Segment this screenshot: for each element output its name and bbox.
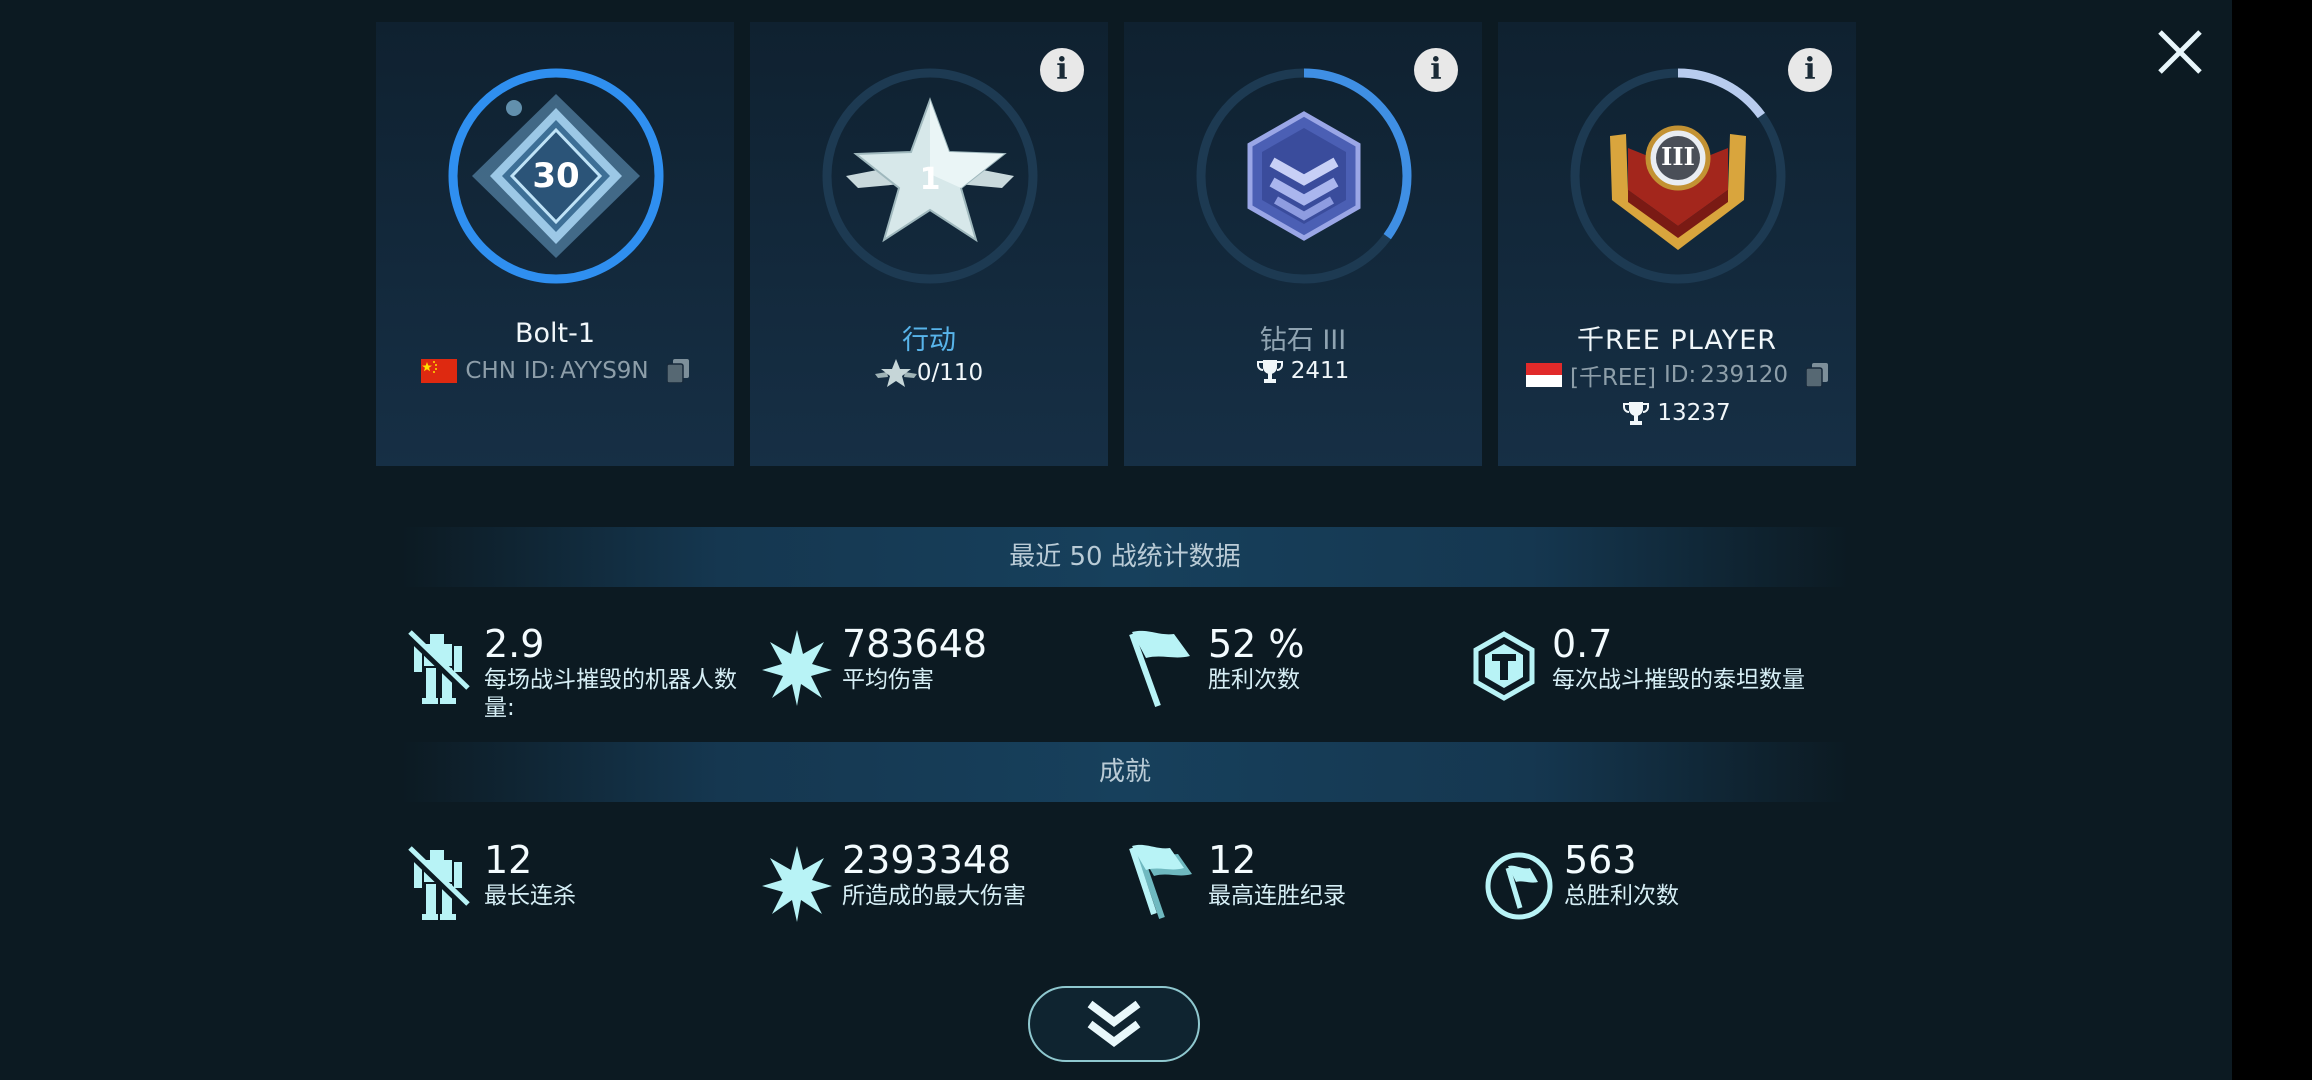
stat-win-rate-label: 胜利次数: [1208, 667, 1300, 693]
clan-trophies-line: 13237: [1498, 400, 1856, 426]
titan-hexagon-icon: [1473, 631, 1535, 701]
copy-clan-id-icon[interactable]: [1806, 363, 1829, 387]
achievement-max-damage: 2393348 所造成的最大伤害: [762, 838, 1092, 928]
clan-id-value: 239120: [1700, 362, 1789, 388]
stat-robots-destroyed-label: 每场战斗摧毁的机器人数量:: [484, 667, 737, 721]
achievement-total-wins: 563 总胜利次数: [1484, 838, 1814, 928]
double-chevron-down-icon: [1087, 1000, 1141, 1047]
league-name: 钻石 III: [1259, 325, 1347, 356]
player-level-badge: 30: [444, 64, 668, 288]
destroyed-robot-icon: [404, 846, 470, 920]
operation-progress: 0/110: [916, 360, 984, 386]
stat-robots-destroyed: 2.9 每场战斗摧毁的机器人数量:: [404, 622, 737, 721]
clan-trophies: 13237: [1657, 400, 1731, 426]
trophy-icon: [1623, 402, 1650, 425]
achievement-max-damage-label: 所造成的最大伤害: [842, 883, 1026, 909]
trophy-icon: [1256, 360, 1283, 383]
operation-progress-line: 0/110: [750, 358, 1108, 388]
league-badge: [1192, 64, 1416, 288]
recent-stats-header: 最近 50 战统计数据: [400, 527, 1850, 587]
achievement-kill-streak-value: 12: [484, 838, 533, 882]
player-card[interactable]: 30 Bolt-1 CHN ID: AYYS9N: [376, 22, 734, 466]
diamond-league-icon: [1196, 68, 1412, 284]
total-wins-flag-icon: [1485, 852, 1553, 920]
victory-flag-icon: [1129, 630, 1190, 708]
operation-info-icon[interactable]: i: [1040, 48, 1084, 92]
operation-badge: 1: [818, 64, 1042, 288]
stat-robots-destroyed-value: 2.9: [484, 622, 545, 666]
operation-mini-star-icon: [874, 359, 917, 387]
stat-average-damage-value: 783648: [842, 622, 988, 666]
stat-average-damage-label: 平均伤害: [842, 667, 934, 693]
clan-badge: III: [1566, 64, 1790, 288]
achievement-max-damage-value: 2393348: [842, 838, 1012, 882]
screen-edge-bar: [2232, 0, 2312, 1080]
stat-titans-destroyed-label: 每次战斗摧毁的泰坦数量: [1552, 667, 1805, 693]
china-flag-icon: [421, 359, 458, 383]
close-icon[interactable]: [2150, 22, 2210, 82]
destroyed-robot-icon: [404, 630, 470, 704]
damage-burst-icon: [762, 846, 832, 922]
achievement-kill-streak-label: 最长连杀: [484, 883, 576, 909]
clan-player-name: 千REE PLAYER: [1576, 325, 1778, 356]
stat-win-rate-value: 52 %: [1208, 622, 1305, 666]
player-id-label: ID:: [523, 358, 557, 384]
achievement-total-wins-value: 563: [1564, 838, 1637, 882]
clan-info-icon[interactable]: i: [1788, 48, 1832, 92]
stat-titans-destroyed-value: 0.7: [1552, 622, 1613, 666]
achievement-total-wins-label: 总胜利次数: [1564, 883, 1679, 909]
stat-titans-destroyed: 0.7 每次战斗摧毁的泰坦数量: [1472, 622, 1805, 712]
achievement-kill-streak: 12 最长连杀: [404, 838, 734, 928]
player-level: 30: [532, 156, 580, 196]
stat-win-rate: 52 % 胜利次数: [1128, 622, 1458, 712]
clan-badge-numeral: III: [1661, 142, 1695, 171]
copy-id-icon[interactable]: [666, 359, 689, 383]
league-card[interactable]: i 钻石 III 2411: [1124, 22, 1482, 466]
clan-id-line: [千REE] ID: 239120: [1498, 358, 1856, 392]
achievement-win-streak: 12 最高连胜纪录: [1128, 838, 1458, 928]
league-trophies-line: 2411: [1124, 358, 1482, 384]
operation-rank: 1: [919, 162, 941, 197]
clan-card[interactable]: i III 千REE PLAYER [千REE] ID: 239120 1323…: [1498, 22, 1856, 466]
player-name: Bolt-1: [514, 318, 596, 349]
league-trophies: 2411: [1290, 358, 1350, 384]
player-id-line: CHN ID: AYYS9N: [376, 358, 734, 384]
operation-card[interactable]: i 1 行动 0/110: [750, 22, 1108, 466]
achievement-win-streak-value: 12: [1208, 838, 1257, 882]
player-profile-screen: 30 Bolt-1 CHN ID: AYYS9N i 1 行动 0/110 i …: [0, 0, 2312, 1080]
clan-id-label: ID:: [1663, 362, 1697, 388]
league-info-icon[interactable]: i: [1414, 48, 1458, 92]
operation-name: 行动: [902, 325, 956, 356]
win-streak-flags-icon: [1129, 844, 1192, 919]
achievements-header: 成就: [400, 742, 1850, 802]
stat-average-damage: 783648 平均伤害: [762, 622, 1092, 712]
clan-tag: [千REE]: [1569, 365, 1656, 391]
player-id-value: AYYS9N: [560, 358, 649, 384]
clan-gold-badge-icon: [1570, 68, 1786, 284]
player-country: CHN: [465, 358, 516, 384]
indonesia-flag-icon: [1525, 363, 1562, 387]
achievement-win-streak-label: 最高连胜纪录: [1208, 883, 1346, 909]
expand-button[interactable]: [1028, 986, 1200, 1062]
damage-burst-icon: [762, 630, 832, 706]
